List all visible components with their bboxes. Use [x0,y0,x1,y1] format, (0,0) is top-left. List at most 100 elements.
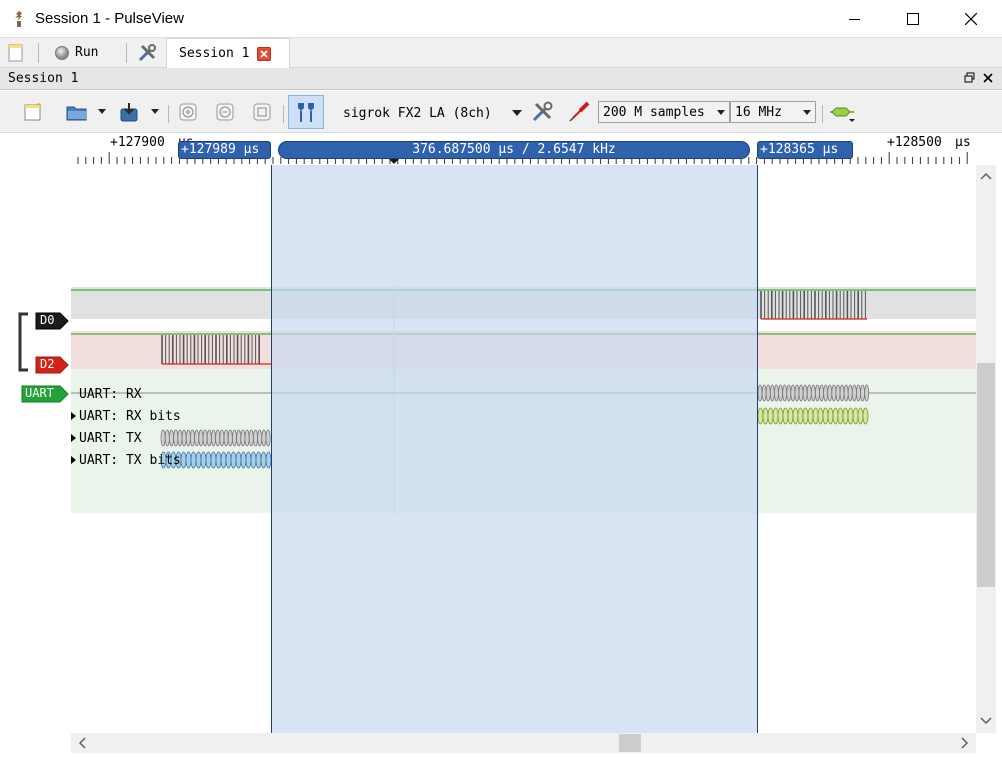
cursor-toggle-button[interactable] [288,95,324,129]
probe-icon [569,101,590,122]
zoom-fit-button[interactable] [250,97,274,127]
uart-tx-annotation [169,429,175,447]
uart-tx-annotation [248,429,254,447]
uart-rx-annotation [794,384,800,402]
sample-count-select[interactable]: 200 M samples [598,101,730,123]
cursor-right-time: +128365 µs [760,142,839,157]
uart-tx-bits-annotation [215,451,222,469]
channel-d2-label[interactable]: D2 [35,356,69,374]
uart-rx-bits-annotation [862,407,869,425]
uart-tx-annotation [231,429,237,447]
uart-rx-bits-annotation [852,407,859,425]
uart-rx-annotation [827,384,833,402]
vertical-scrollbar[interactable] [976,165,996,733]
horizontal-scroll-thumb[interactable] [619,734,641,752]
uart-rx-annotation [843,384,849,402]
open-button[interactable] [62,97,92,127]
device-config-button[interactable] [137,38,159,67]
cursor-right-flag[interactable]: +128365 µs [757,141,853,159]
uart-tx-annotation [181,429,187,447]
uart-tx-bits-annotation [190,451,197,469]
uart-rx-annotation [765,384,771,402]
add-decoder-button[interactable] [828,97,858,127]
new-session-button[interactable] [8,38,28,67]
scroll-up-icon [980,172,992,180]
minimize-button[interactable] [826,0,884,38]
uart-tx-annotation [265,429,271,447]
uart-rx-bits-annotation [757,407,764,425]
run-button[interactable]: Run [54,38,114,67]
chevron-down-icon [512,110,522,116]
vertical-scroll-thumb[interactable] [977,363,995,587]
uart-tx-bits-annotation [255,451,262,469]
uart-tx-bits-annotation [240,451,247,469]
dock-float-button[interactable] [964,72,976,84]
uart-rx-bits-annotation [767,407,774,425]
decoder-icon [830,107,855,122]
decoder-row-label[interactable]: UART: TX bits [71,453,181,468]
uart-tx-annotation [244,429,250,447]
uart-rx-bits-annotation [807,407,814,425]
save-button[interactable] [114,97,144,127]
uart-rx-annotation [757,384,763,402]
uart-tx-bits-annotation [230,451,237,469]
device-selector[interactable]: sigrok FX2 LA (8ch) [338,102,526,124]
uart-rx-annotation [835,384,841,402]
tools-icon [138,43,156,61]
decoder-row-label: UART: RX [79,387,142,402]
uart-rx-annotation [761,384,767,402]
scroll-left-icon [78,737,86,749]
uart-rx-bits-annotation [787,407,794,425]
uart-tx-annotation [215,429,221,447]
configure-device-button[interactable] [528,97,556,127]
pulseview-app-icon [15,11,22,27]
scroll-down-icon [980,717,992,725]
uart-tx-bits-annotation [265,451,272,469]
trace-area[interactable]: UART: RX UART: RX bits UART: TX UART: TX… [71,165,976,733]
channel-d2-name: D2 [40,357,55,371]
new-view-button[interactable] [18,97,48,127]
tab-session-1[interactable]: Session 1 [166,38,290,68]
uart-rx-bits-annotation [777,407,784,425]
horizontal-scrollbar[interactable] [71,733,976,753]
zoom-in-button[interactable] [176,97,200,127]
minimize-icon [849,19,860,20]
tab-close-button[interactable] [257,46,272,61]
run-label: Run [75,45,99,60]
ruler-tick-label: +127900 [110,135,165,150]
cursor-span-text: 376.687500 µs / 2.6547 kHz [412,142,616,157]
dock-close-button[interactable] [982,72,994,84]
decoder-uart-name: UART [25,386,54,400]
channel-d0-label[interactable]: D0 [35,312,69,330]
uart-tx-annotation [210,429,216,447]
cursor-left-flag[interactable]: +127989 µs [178,141,271,159]
cursor-left-time: +127989 µs [181,142,260,157]
zoom-out-button[interactable] [213,97,237,127]
uart-tx-annotation [202,429,208,447]
uart-rx-annotation [819,384,824,402]
decoder-row-label[interactable]: UART: RX bits [71,409,181,424]
trace-canvas [71,165,976,733]
dock-title: Session 1 [8,71,79,86]
decoder-uart-label[interactable]: UART [21,385,69,403]
probe-config-button[interactable] [565,97,593,127]
uart-tx-annotation [219,429,225,447]
time-ruler[interactable]: +127900 µs +128500 µs +127989 µs 376.687… [71,133,976,165]
uart-rx-bits-annotation [812,407,819,425]
uart-rx-annotation [769,384,775,402]
uart-tx-annotation [194,429,200,447]
decoder-row-label[interactable]: UART: TX [71,431,142,446]
cursor-span-bar[interactable]: 376.687500 µs / 2.6547 kHz [278,141,750,159]
run-indicator-icon [55,45,69,60]
cursors-icon [298,103,314,122]
uart-rx-bits-annotation [802,407,809,425]
samplerate-select[interactable]: 16 MHz [730,101,816,123]
open-dropdown[interactable] [98,109,106,114]
maximize-button[interactable] [884,0,942,38]
close-button[interactable] [942,0,1000,38]
save-dropdown[interactable] [151,109,159,114]
uart-tx-bits-annotation [185,451,192,469]
uart-rx-bits-annotation [792,407,799,425]
uart-rx-annotation [778,384,783,402]
channel-header-panel: D0 D2 UART [0,133,71,758]
